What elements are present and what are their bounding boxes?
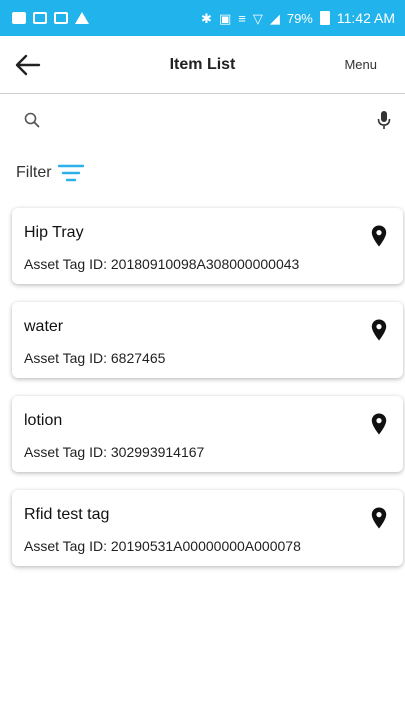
warning-icon [75, 12, 89, 24]
list-item[interactable]: Rfid test tag Asset Tag ID: 20190531A000… [12, 490, 403, 566]
item-name: water [24, 318, 64, 335]
nfc-icon: ▣ [218, 10, 232, 26]
notification-icon [12, 12, 26, 24]
app-bar: Item List Menu [0, 36, 405, 94]
item-asset-tag: Asset Tag ID: 302993914167 [24, 444, 205, 460]
search-input[interactable] [52, 102, 365, 138]
battery-icon [319, 11, 330, 25]
signal-icon: ◢ [269, 10, 280, 26]
status-bar: ✱ ▣ ≡ ▽ ◢ 79% 11:42 AM [0, 0, 405, 36]
item-asset-tag: Asset Tag ID: 20180910098A308000000043 [24, 256, 300, 272]
item-list: Hip Tray Asset Tag ID: 20180910098A30800… [12, 208, 403, 584]
status-system-icons: ✱ ▣ ≡ ▽ ◢ 79% 11:42 AM [201, 10, 395, 26]
filter-button[interactable]: Filter [16, 158, 84, 188]
wifi-icon: ▽ [252, 10, 263, 26]
microphone-icon[interactable] [377, 110, 391, 130]
item-name: Hip Tray [24, 224, 84, 241]
notification-icon [54, 12, 68, 24]
status-notification-icons [12, 12, 89, 24]
search-icon [24, 112, 40, 128]
location-pin-icon[interactable] [371, 225, 387, 247]
item-asset-tag: Asset Tag ID: 6827465 [24, 350, 166, 366]
filter-icon [57, 164, 84, 182]
list-item[interactable]: water Asset Tag ID: 6827465 [12, 302, 403, 378]
notification-icon [33, 12, 47, 24]
search-bar [0, 95, 405, 145]
location-pin-icon[interactable] [371, 413, 387, 435]
location-pin-icon[interactable] [371, 319, 387, 341]
location-pin-icon[interactable] [371, 507, 387, 529]
arrow-left-icon [15, 54, 41, 75]
status-time: 11:42 AM [336, 10, 395, 26]
battery-percent: 79% [286, 10, 313, 26]
back-button[interactable] [0, 36, 56, 94]
item-name: lotion [24, 412, 63, 429]
bluetooth-icon: ✱ [201, 10, 212, 26]
list-item[interactable]: lotion Asset Tag ID: 302993914167 [12, 396, 403, 472]
item-name: Rfid test tag [24, 506, 110, 523]
menu-button[interactable]: Menu [344, 57, 405, 72]
list-item[interactable]: Hip Tray Asset Tag ID: 20180910098A30800… [12, 208, 403, 284]
item-asset-tag: Asset Tag ID: 20190531A00000000A000078 [24, 538, 301, 554]
network-icon: ≡ [238, 10, 246, 26]
filter-label: Filter [16, 164, 52, 181]
